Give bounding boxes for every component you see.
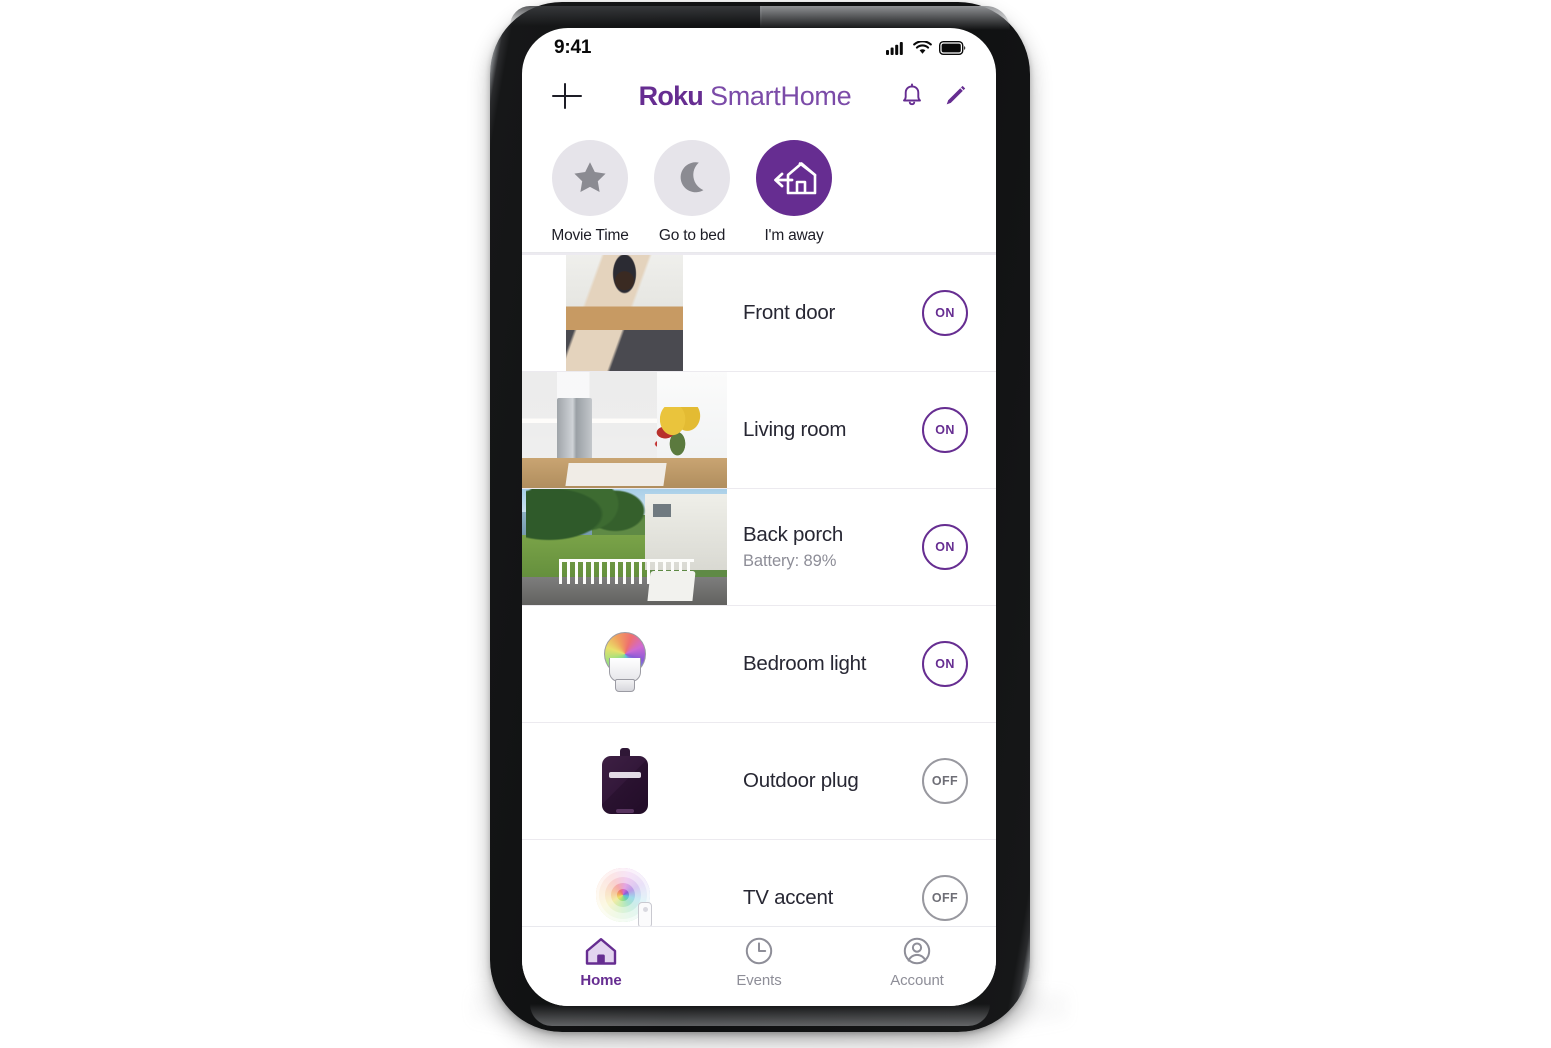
device-toggle[interactable]: ON	[922, 641, 968, 687]
wifi-icon	[913, 41, 932, 54]
plus-icon[interactable]	[550, 79, 584, 113]
device-name: Outdoor plug	[743, 769, 859, 792]
status-bar: 9:41	[522, 28, 996, 64]
table-row[interactable]: Living room ON	[522, 372, 996, 489]
scene-im-away[interactable]: I'm away	[750, 140, 838, 245]
thumb-flowers	[653, 406, 703, 456]
bulb-base	[614, 679, 635, 692]
scene-shortcuts: Movie Time Go to bed I'm away	[522, 128, 996, 253]
thumb-chair	[647, 571, 696, 602]
phone-screen: 9:41 Roku SmartHome Movie Time Go to bed…	[522, 28, 996, 1006]
app-header: Roku SmartHome	[522, 64, 996, 128]
scene-label: I'm away	[764, 227, 824, 244]
house-leave-icon	[774, 162, 817, 195]
device-toggle[interactable]: ON	[922, 407, 968, 453]
device-info: Outdoor plug	[727, 769, 922, 793]
front-door-camera-thumbnail[interactable]	[566, 255, 683, 371]
scene-icon-circle	[654, 140, 730, 216]
thumb-table	[565, 462, 668, 486]
scene-label: Movie Time	[551, 227, 629, 244]
tab-events[interactable]: Events	[680, 936, 838, 989]
device-battery-status: Battery: 89%	[743, 552, 837, 570]
status-bar-indicators	[886, 41, 966, 55]
brand-name-roku: Roku	[638, 80, 704, 111]
tab-account[interactable]: Account	[838, 936, 996, 989]
tab-label: Account	[890, 972, 944, 989]
device-info: Bedroom light	[727, 652, 922, 676]
battery-icon	[939, 41, 966, 55]
scene-icon-circle	[552, 140, 628, 216]
device-icon-zone	[522, 606, 727, 722]
plug-slot	[608, 772, 641, 778]
device-name: Back porch	[743, 523, 844, 546]
plug-indicator	[615, 809, 634, 813]
table-row[interactable]: Bedroom light ON	[522, 606, 996, 723]
camera-thumbnail-zone[interactable]	[522, 372, 727, 488]
device-icon-zone	[522, 840, 727, 926]
device-info: TV accent	[727, 886, 922, 910]
table-row[interactable]: TV accent OFF	[522, 840, 996, 926]
plug-body	[601, 756, 648, 814]
color-bulb-icon	[598, 632, 652, 696]
tab-home[interactable]: Home	[522, 936, 680, 989]
device-name: TV accent	[743, 886, 834, 909]
cellular-signal-icon	[886, 42, 903, 55]
device-name: Bedroom light	[743, 652, 867, 675]
device-icon-zone	[522, 723, 727, 839]
led-light-strip-icon	[595, 868, 654, 926]
camera-thumbnail-zone[interactable]	[522, 255, 727, 371]
scene-go-to-bed[interactable]: Go to bed	[648, 140, 736, 245]
bezel-highlight-bottom	[530, 1004, 990, 1026]
device-toggle[interactable]: ON	[922, 290, 968, 336]
pencil-icon[interactable]	[942, 83, 968, 109]
brand-name-smarthome: SmartHome	[709, 80, 852, 111]
app-title: Roku SmartHome	[639, 81, 852, 112]
screenshot-canvas: 9:41 Roku SmartHome Movie Time Go to bed…	[0, 0, 1551, 1048]
strip-controller	[637, 902, 652, 926]
bezel-highlight-right	[760, 6, 1010, 30]
bell-icon[interactable]	[900, 83, 924, 109]
device-list: Front door ON Living room ON Back porch …	[522, 253, 996, 926]
tab-label: Home	[580, 972, 622, 989]
table-row[interactable]: Outdoor plug OFF	[522, 723, 996, 840]
header-actions	[900, 83, 968, 109]
scene-icon-circle	[756, 140, 832, 216]
device-name: Living room	[743, 418, 847, 441]
star-icon	[574, 162, 606, 192]
bottom-navigation: Home Events Account	[522, 926, 996, 1006]
table-row[interactable]: Back porch Battery: 89% ON	[522, 489, 996, 606]
back-porch-camera-thumbnail[interactable]	[522, 489, 727, 605]
smart-plug-icon	[601, 748, 648, 814]
camera-thumbnail-zone[interactable]	[522, 489, 727, 605]
device-toggle[interactable]: OFF	[922, 758, 968, 804]
scene-label: Go to bed	[658, 227, 726, 244]
living-room-camera-thumbnail[interactable]	[522, 372, 727, 488]
status-bar-time: 9:41	[554, 37, 592, 58]
table-row[interactable]: Front door ON	[522, 255, 996, 372]
home-icon	[585, 938, 617, 965]
moon-icon	[680, 162, 704, 193]
device-info: Front door	[727, 301, 922, 325]
bezel-highlight-left	[510, 6, 762, 26]
person-icon	[903, 937, 931, 965]
scene-movie-time[interactable]: Movie Time	[546, 140, 634, 245]
clock-icon	[745, 937, 773, 965]
device-info: Living room	[727, 418, 922, 442]
device-name: Front door	[743, 301, 836, 324]
device-toggle[interactable]: ON	[922, 524, 968, 570]
device-info: Back porch Battery: 89%	[727, 523, 922, 571]
device-toggle[interactable]: OFF	[922, 875, 968, 921]
tab-label: Events	[736, 972, 782, 989]
